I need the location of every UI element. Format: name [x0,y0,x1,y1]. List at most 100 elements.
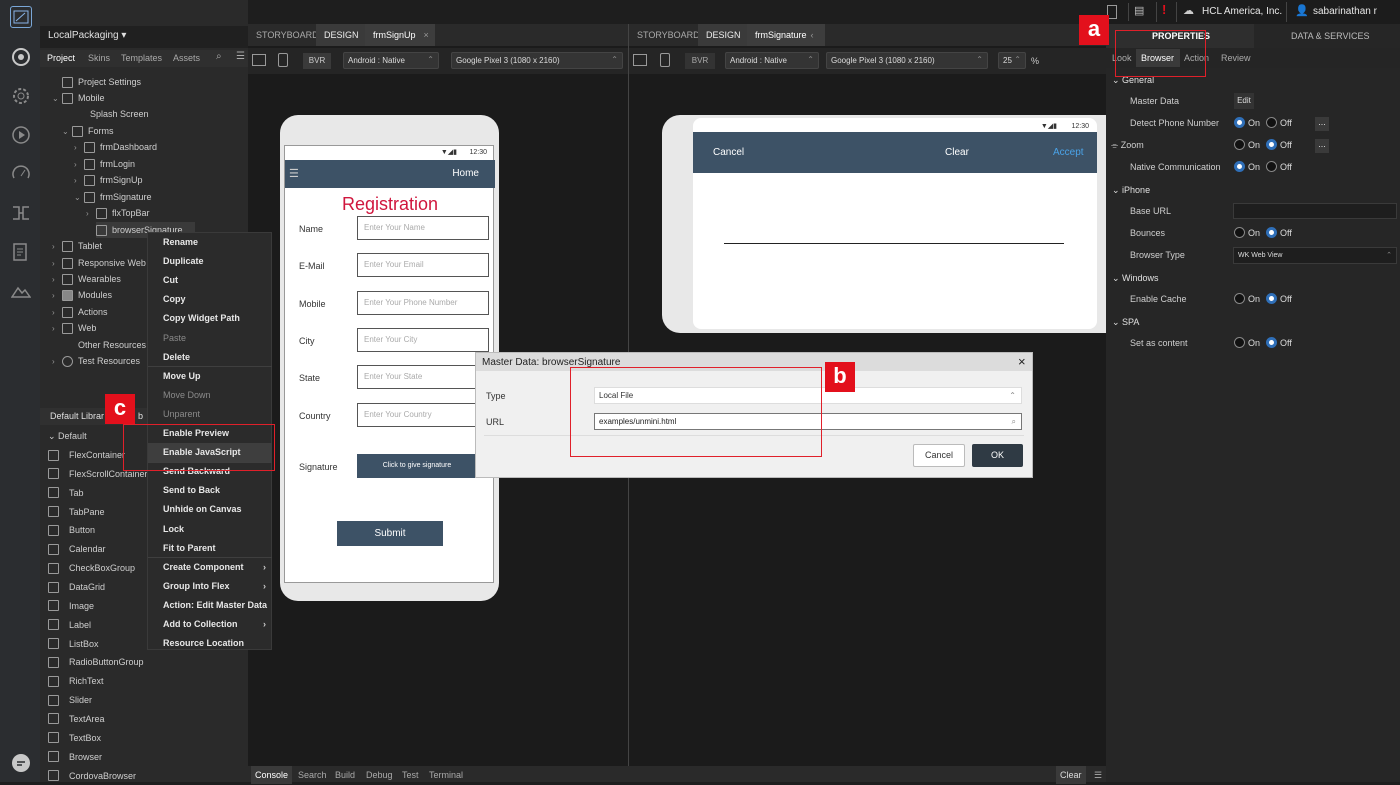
radio-off[interactable] [1266,161,1277,172]
tab-data-services[interactable]: DATA & SERVICES [1291,31,1370,41]
browser-type-select[interactable]: WK Web View ⌃ [1233,247,1397,264]
radio-on[interactable] [1234,293,1245,304]
radio-on[interactable] [1234,117,1245,128]
menu-item[interactable]: Action: Edit Master Data [148,596,272,615]
signature-line[interactable] [724,243,1064,244]
tree-item-test-resources[interactable]: › Test Resources [52,353,140,369]
search-icon[interactable]: ⌕ [1012,414,1016,429]
more-button[interactable]: ... [1315,117,1329,131]
signature-button[interactable]: Click to give signature [357,454,477,478]
chevron-down-icon[interactable]: ⌄ [74,193,84,202]
home-link[interactable]: Home [452,168,479,179]
menu-item[interactable]: Group Into Flex › [148,577,272,596]
menu-icon[interactable]: ☰ [1090,766,1106,784]
tab-assets[interactable]: Assets [173,53,200,63]
edit-button[interactable]: Edit [1234,93,1254,109]
menu-item[interactable]: Add to Collection › [148,615,272,634]
tab-terminal[interactable]: Terminal [425,766,467,784]
org-name[interactable]: HCL America, Inc. [1202,6,1282,17]
tree-item-web[interactable]: › Web [52,320,96,336]
widget-item[interactable]: Label [48,616,91,634]
menu-item[interactable]: Move Up [148,367,272,386]
tree-item-frmsignature[interactable]: ⌄ frmSignature [74,189,152,205]
widget-item[interactable]: Browser [48,748,102,766]
widget-item[interactable]: TextBox [48,729,101,747]
tree-item-mobile[interactable]: ⌄ Mobile [52,90,105,106]
close-icon[interactable]: × [424,30,429,40]
tree-item-tablet[interactable]: › Tablet [52,238,102,254]
widget-item[interactable]: TabPane [48,503,105,521]
bvr-button[interactable]: BVR [685,53,715,69]
widget-item[interactable]: Slider [48,691,92,709]
flow-icon[interactable] [10,202,32,224]
chevron-right-icon[interactable]: › [74,160,84,169]
device-select[interactable]: Google Pixel 3 (1080 x 2160) [451,52,623,69]
form-input[interactable]: Enter Your Country [357,402,489,427]
radio-on[interactable] [1234,161,1245,172]
document-icon[interactable] [10,241,32,263]
platform-select[interactable]: Android : Native [725,52,819,69]
form-input[interactable]: Enter Your City [357,327,489,352]
device-icon[interactable] [660,53,670,67]
tab-debug[interactable]: Debug [362,766,397,784]
tree-item-project-settings[interactable]: Project Settings [62,74,141,90]
zoom-select[interactable]: 25 [998,52,1026,69]
search-icon[interactable]: ⌕ [216,51,222,62]
chevron-right-icon[interactable]: › [52,259,62,268]
tree-item-frmsignup[interactable]: › frmSignUp [74,172,143,188]
hamburger-icon[interactable]: ☰ [289,167,299,180]
tab-test[interactable]: Test [398,766,423,784]
layout-icon[interactable] [252,54,266,66]
chevron-right-icon[interactable]: › [52,357,62,366]
bvr-button[interactable]: BVR [303,53,331,69]
radio-off[interactable] [1266,139,1277,150]
widget-item[interactable]: TextArea [48,710,105,728]
tree-item-responsive-web[interactable]: › Responsive Web [52,255,146,271]
menu-item[interactable]: Lock [148,520,272,539]
tab-templates[interactable]: Templates [121,53,162,63]
tab-frmsignature[interactable]: frmSignature ‹ [747,24,825,46]
widget-item[interactable]: Image [48,597,94,615]
cancel-link[interactable]: Cancel [713,147,744,158]
menu-item[interactable]: Rename [148,233,272,252]
chevron-down-icon[interactable]: ⌄ [62,127,72,136]
tab-design[interactable]: DESIGN [698,24,749,46]
tree-item-splash[interactable]: Splash Screen [74,106,149,122]
network-icon[interactable] [10,46,32,68]
radio-on[interactable] [1234,337,1245,348]
chevron-right-icon[interactable]: › [52,324,62,333]
menu-icon[interactable]: ☰ [236,51,245,62]
widget-item[interactable]: Tab [48,484,84,502]
menu-item[interactable]: Create Component › [148,558,272,577]
tree-item-other-resources[interactable]: Other Resources [78,337,146,353]
clipboard-icon[interactable]: ▤ [1134,4,1144,17]
menu-item[interactable]: Fit to Parent [148,539,272,558]
chevron-right-icon[interactable]: › [74,143,84,152]
radio-on[interactable] [1234,227,1245,238]
user-name[interactable]: sabarinathan r [1313,6,1377,17]
ok-button[interactable]: OK [972,444,1023,467]
tree-item-flxtopbar[interactable]: › flxTopBar [86,205,150,221]
radio-off[interactable] [1266,337,1277,348]
tab-search[interactable]: Search [294,766,331,784]
platform-select[interactable]: Android : Native [343,52,439,69]
speedometer-icon[interactable] [10,163,32,185]
widget-item[interactable]: CheckBoxGroup [48,559,135,577]
menu-item[interactable]: Resource Location [148,634,272,653]
tab-skins[interactable]: Skins [88,53,110,63]
device-icon[interactable] [278,53,288,67]
radio-off[interactable] [1266,117,1277,128]
radio-on[interactable] [1234,139,1245,150]
mountain-icon[interactable] [10,280,32,302]
radio-off[interactable] [1266,227,1277,238]
base-url-input[interactable] [1233,203,1397,219]
widget-item[interactable]: Button [48,521,95,539]
widget-item[interactable]: RichText [48,672,104,690]
alert-icon[interactable]: ! [1162,2,1166,17]
form-input[interactable]: Enter Your Email [357,253,489,278]
close-icon[interactable]: × [1018,354,1026,369]
clear-link[interactable]: Clear [945,147,969,158]
menu-item[interactable]: Duplicate [148,252,272,271]
chevron-right-icon[interactable]: › [52,291,62,300]
cancel-button[interactable]: Cancel [913,444,965,467]
